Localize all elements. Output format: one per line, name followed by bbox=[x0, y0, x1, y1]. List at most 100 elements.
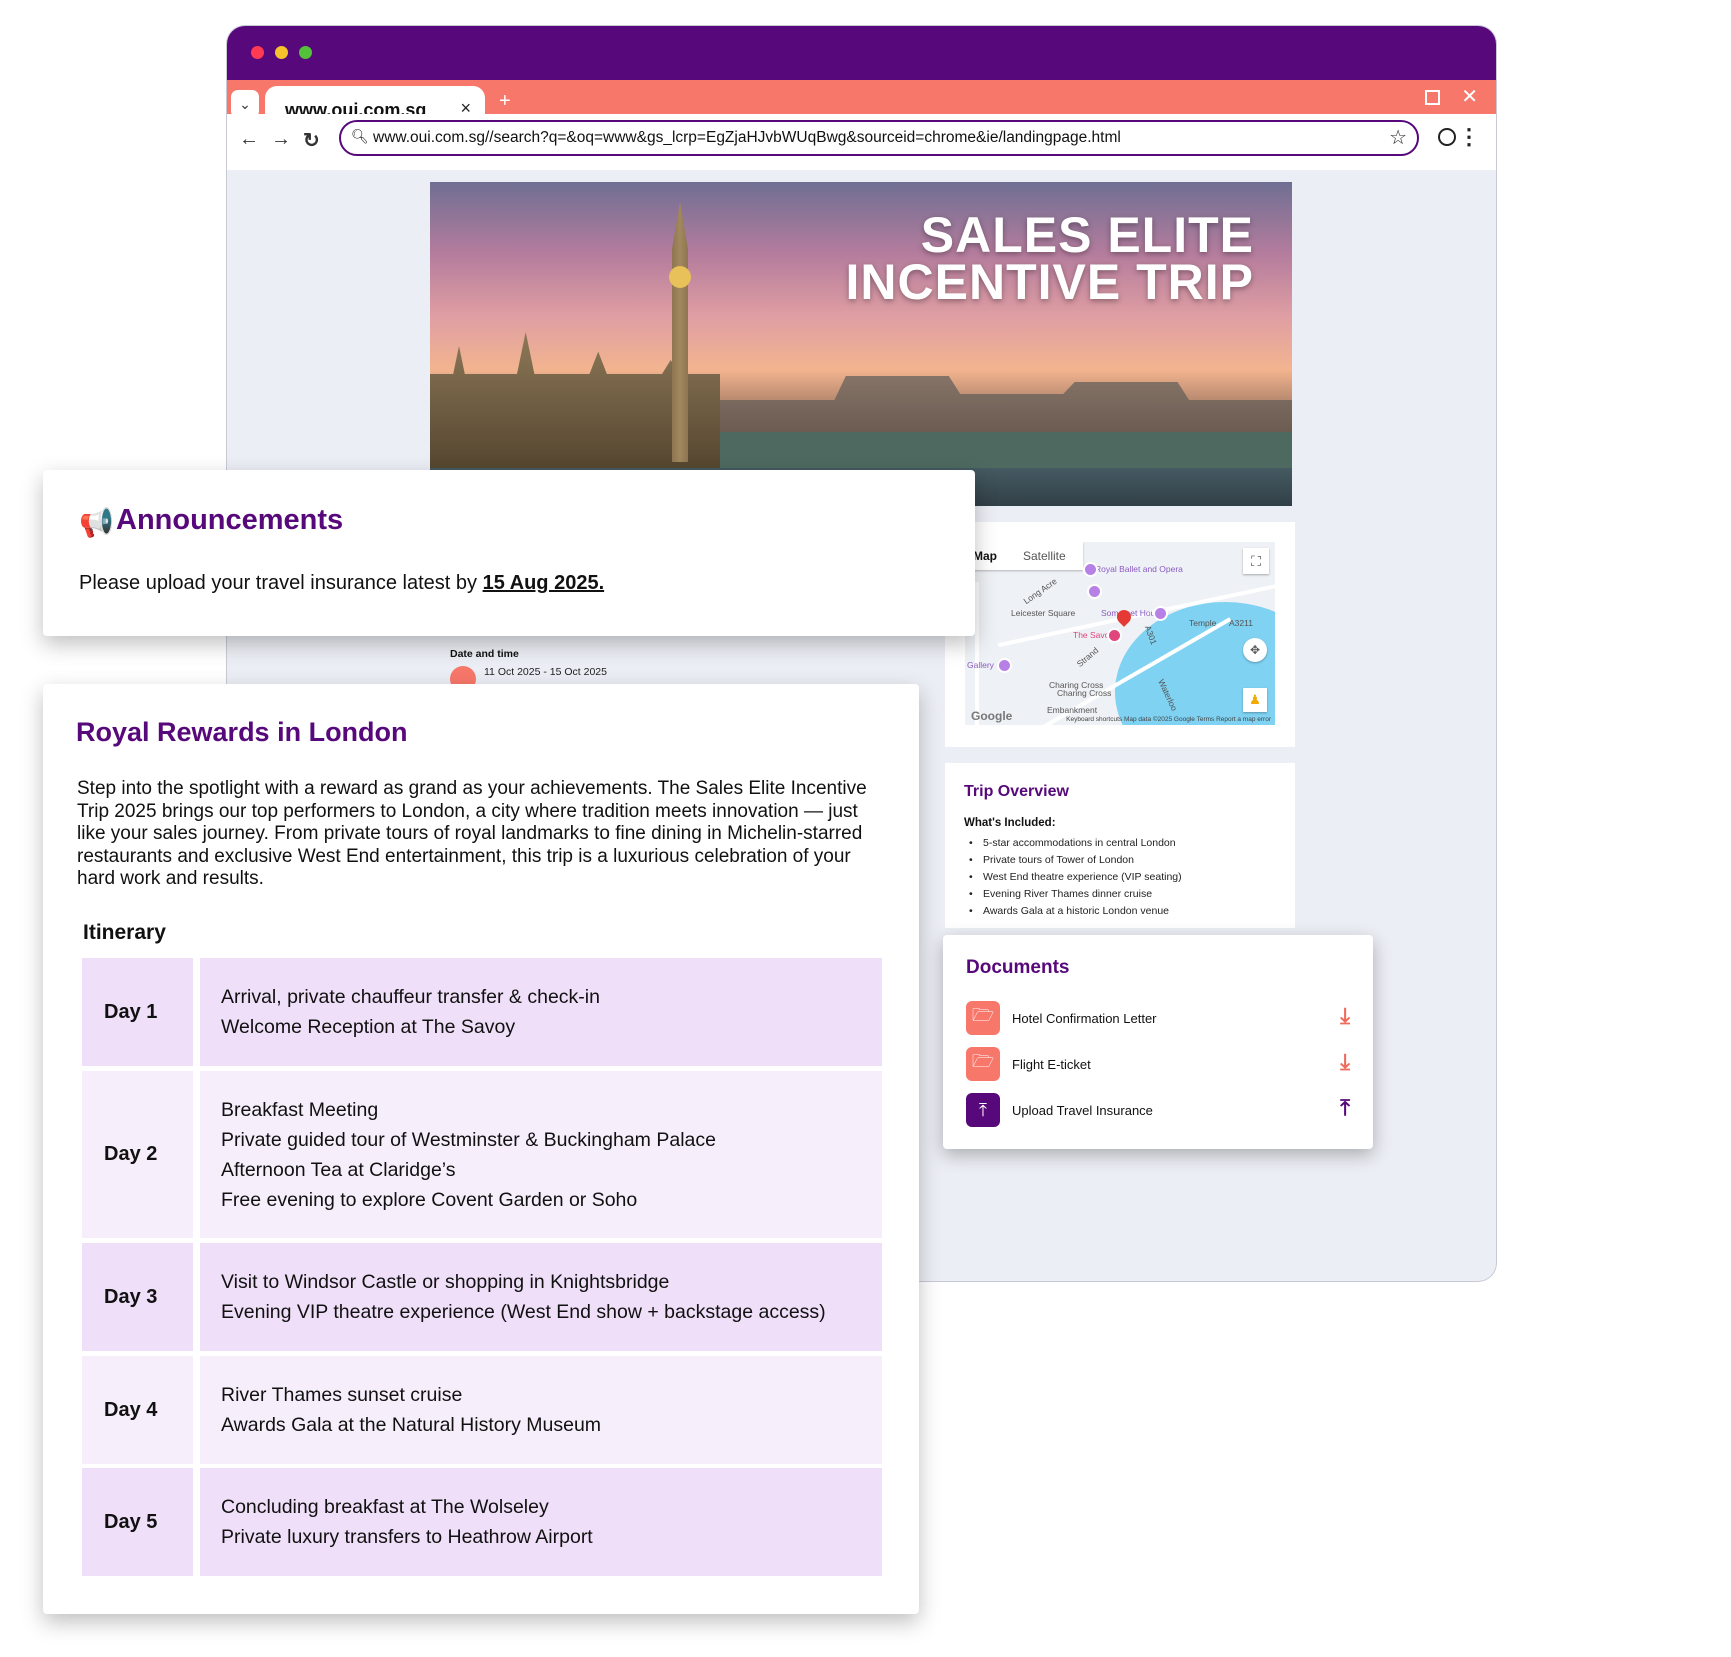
list-item: Awards Gala at a historic London venue bbox=[969, 903, 1182, 920]
minimize-window-dot[interactable] bbox=[275, 46, 288, 59]
profile-icon[interactable] bbox=[1438, 128, 1456, 146]
map-road bbox=[975, 582, 979, 725]
itinerary-title: Itinerary bbox=[83, 921, 166, 944]
announcements-title: Announcements bbox=[116, 504, 344, 536]
hero-title-line2: INCENTIVE TRIP bbox=[845, 254, 1254, 310]
menu-kebab-icon[interactable]: ⋮ bbox=[1458, 124, 1480, 150]
bookmark-star-icon[interactable]: ☆ bbox=[1389, 125, 1407, 150]
itinerary-row-day2: Day 2 Breakfast Meeting Private guided t… bbox=[82, 1071, 882, 1238]
title-bar bbox=[227, 26, 1496, 80]
activity: Evening VIP theatre experience (West End… bbox=[221, 1301, 826, 1323]
list-item: Evening River Thames dinner cruise bbox=[969, 886, 1182, 903]
day-label: Day 3 bbox=[82, 1243, 193, 1351]
date-time-label: Date and time bbox=[450, 648, 519, 660]
day-label: Day 5 bbox=[82, 1468, 193, 1576]
map-label: Gallery bbox=[967, 660, 994, 670]
day-label: Day 4 bbox=[82, 1356, 193, 1464]
restore-window-icon[interactable] bbox=[1425, 90, 1440, 105]
included-list: 5-star accommodations in central London … bbox=[969, 835, 1182, 920]
activity: Private guided tour of Westminster & Buc… bbox=[221, 1128, 716, 1151]
document-row-flight[interactable]: 🗁 Flight E-ticket ⤓ bbox=[966, 1047, 1350, 1081]
satellite-tab[interactable]: Satellite bbox=[1023, 549, 1066, 563]
day-activities: River Thames sunset cruise Awards Gala a… bbox=[200, 1356, 882, 1464]
activity: Free evening to explore Covent Garden or… bbox=[221, 1188, 638, 1211]
activity: Visit to Windsor Castle or shopping in K… bbox=[221, 1271, 670, 1293]
upload-icon[interactable]: ⤒ bbox=[1340, 1095, 1350, 1121]
map-label: Embankment bbox=[1047, 705, 1098, 715]
activity: Awards Gala at the Natural History Museu… bbox=[221, 1414, 602, 1436]
close-window-dot[interactable] bbox=[251, 46, 264, 59]
map-label: Leicester Square bbox=[1011, 608, 1076, 618]
browser-toolbar: ← → ↻ 🔍︎ www.oui.com.sg//search?q=&oq=ww… bbox=[227, 114, 1496, 170]
announcement-text: Please upload your travel insurance late… bbox=[79, 572, 604, 595]
poi-marker-icon bbox=[1153, 606, 1168, 621]
reload-icon[interactable]: ↻ bbox=[303, 128, 320, 153]
forward-icon[interactable]: → bbox=[271, 128, 291, 151]
activity: Breakfast Meeting bbox=[221, 1098, 379, 1121]
document-label: Flight E-ticket bbox=[1012, 1057, 1091, 1072]
rewards-description: Step into the spotlight with a reward as… bbox=[77, 778, 867, 889]
poi-marker-icon bbox=[1087, 584, 1102, 599]
rewards-card: Royal Rewards in London Step into the sp… bbox=[43, 684, 919, 1614]
trip-overview-title: Trip Overview bbox=[964, 783, 1069, 800]
day-label: Day 2 bbox=[82, 1071, 193, 1238]
maximize-window-dot[interactable] bbox=[299, 46, 312, 59]
itinerary-row-day4: Day 4 River Thames sunset cruise Awards … bbox=[82, 1356, 882, 1464]
map-label: Temple bbox=[1189, 618, 1217, 628]
map-label: Long Acre bbox=[1021, 575, 1059, 607]
map-label: Strand bbox=[1074, 645, 1101, 669]
fullscreen-icon[interactable]: ⛶ bbox=[1243, 548, 1269, 574]
address-bar[interactable]: 🔍︎ www.oui.com.sg//search?q=&oq=www&gs_l… bbox=[339, 120, 1419, 156]
download-icon[interactable]: ⤓ bbox=[1340, 1003, 1350, 1029]
trip-overview-card: Trip Overview What's Included: 5-star ac… bbox=[945, 763, 1295, 928]
map-attribution[interactable]: Keyboard shortcuts Map data ©2025 Google… bbox=[1066, 716, 1271, 723]
map-label: Charing Cross bbox=[1057, 688, 1112, 698]
rewards-title: Royal Rewards in London bbox=[76, 717, 408, 747]
whats-included-label: What's Included: bbox=[964, 817, 1056, 829]
document-label: Hotel Confirmation Letter bbox=[1012, 1011, 1157, 1026]
list-item: Private tours of Tower of London bbox=[969, 852, 1182, 869]
documents-title: Documents bbox=[966, 957, 1070, 978]
map-tab[interactable]: Map bbox=[973, 549, 997, 563]
new-tab-button[interactable]: + bbox=[499, 90, 511, 113]
list-item: 5-star accommodations in central London bbox=[969, 835, 1182, 852]
day-activities: Concluding breakfast at The Wolseley Pri… bbox=[200, 1468, 882, 1576]
hero-title: SALES ELITE INCENTIVE TRIP bbox=[845, 210, 1254, 310]
document-row-hotel[interactable]: 🗁 Hotel Confirmation Letter ⤓ bbox=[966, 1001, 1350, 1035]
map-label: A3211 bbox=[1229, 618, 1253, 628]
document-label: Upload Travel Insurance bbox=[1012, 1103, 1153, 1118]
search-icon: 🔍︎ bbox=[351, 128, 369, 144]
pegman-icon[interactable]: ♟ bbox=[1243, 688, 1267, 712]
back-icon[interactable]: ← bbox=[239, 128, 259, 151]
map-card: Map Satellite Royal Ballet and Opera Lon… bbox=[945, 522, 1295, 747]
announcements-card: 📢 Announcements Please upload your trave… bbox=[43, 470, 975, 636]
hero-banner: SALES ELITE INCENTIVE TRIP bbox=[430, 182, 1292, 506]
download-icon[interactable]: ⤓ bbox=[1340, 1049, 1350, 1075]
activity: Afternoon Tea at Claridge’s bbox=[221, 1158, 456, 1181]
map-navigation-icon[interactable]: ✥ bbox=[1243, 638, 1267, 662]
itinerary-row-day1: Day 1 Arrival, private chauffeur transfe… bbox=[82, 958, 882, 1066]
activity: Concluding breakfast at The Wolseley bbox=[221, 1496, 549, 1518]
map-label: Royal Ballet and Opera bbox=[1095, 564, 1183, 574]
close-window-icon[interactable]: ✕ bbox=[1461, 84, 1478, 109]
activity: Welcome Reception at The Savoy bbox=[221, 1016, 516, 1038]
activity: Arrival, private chauffeur transfer & ch… bbox=[221, 986, 600, 1008]
map-widget[interactable]: Map Satellite Royal Ballet and Opera Lon… bbox=[965, 542, 1275, 725]
announcement-message: Please upload your travel insurance late… bbox=[79, 572, 483, 594]
clock-face bbox=[669, 266, 691, 288]
document-row-upload-insurance[interactable]: ⤒ Upload Travel Insurance ⤒ bbox=[966, 1093, 1350, 1127]
poi-marker-icon bbox=[997, 658, 1012, 673]
documents-card: Documents 🗁 Hotel Confirmation Letter ⤓ … bbox=[943, 935, 1373, 1149]
announcement-deadline: 15 Aug 2025. bbox=[482, 572, 605, 594]
date-time-section: Date and time 11 Oct 2025 - 15 Oct 2025 bbox=[430, 640, 930, 692]
url-text: www.oui.com.sg//search?q=&oq=www&gs_lcrp… bbox=[373, 129, 1121, 146]
day-activities: Visit to Windsor Castle or shopping in K… bbox=[200, 1243, 882, 1351]
itinerary-row-day5: Day 5 Concluding breakfast at The Wolsel… bbox=[82, 1468, 882, 1576]
google-logo: Google bbox=[971, 709, 1013, 723]
activity: River Thames sunset cruise bbox=[221, 1384, 463, 1406]
folder-icon: 🗁 bbox=[966, 1047, 1000, 1081]
bridge-illustration bbox=[720, 432, 1292, 472]
folder-icon: 🗁 bbox=[966, 1001, 1000, 1035]
day-label: Day 1 bbox=[82, 958, 193, 1066]
map-type-tabs: Map Satellite bbox=[965, 542, 1083, 570]
